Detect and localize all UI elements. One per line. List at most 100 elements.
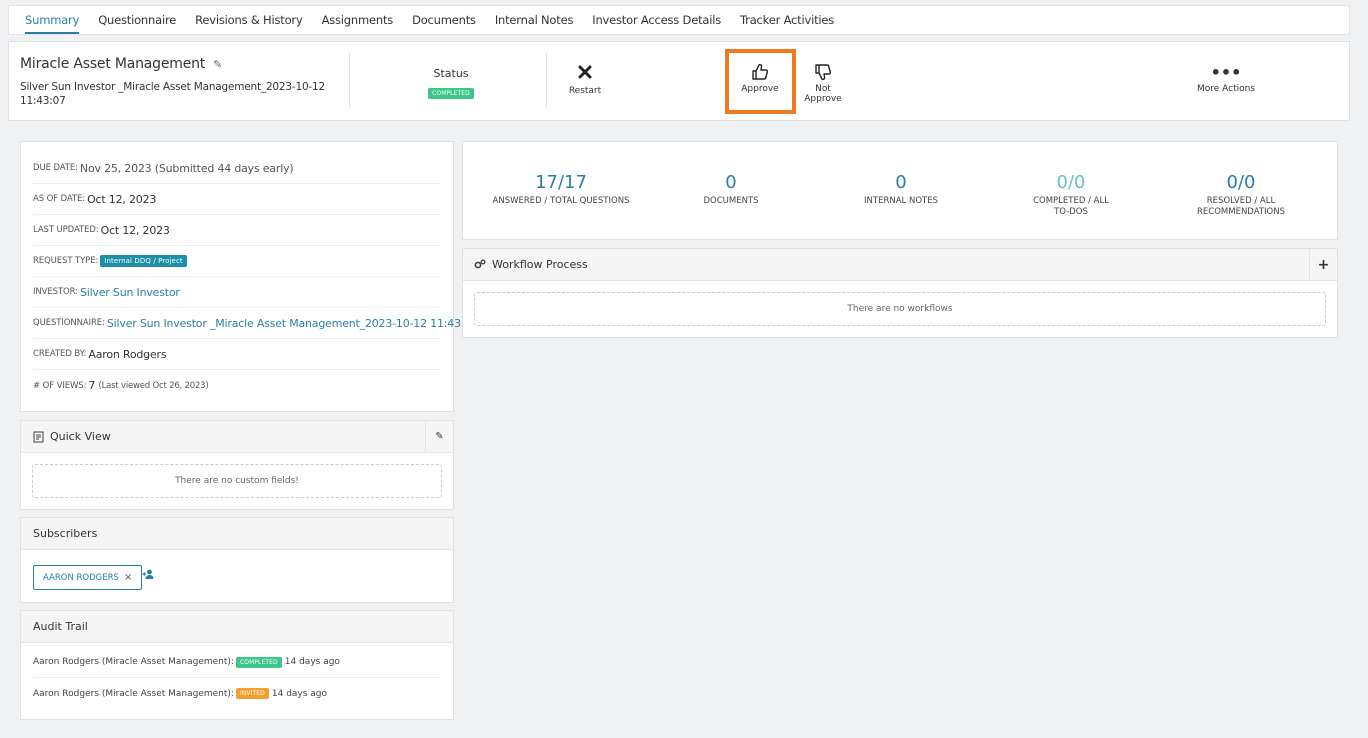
tab-documents[interactable]: Documents	[412, 6, 476, 34]
more-actions-label: More Actions	[1196, 84, 1256, 94]
workflow-header: Workflow Process +	[463, 249, 1337, 281]
questionnaire-link[interactable]: Silver Sun Investor _Miracle Asset Manag…	[107, 317, 478, 330]
subscribers-panel: Subscribers AARON RODGERS ×	[20, 517, 454, 603]
audit-row: Aaron Rodgers (Miracle Asset Management)…	[33, 678, 441, 709]
created-by-label: CREATED BY:	[33, 349, 87, 359]
workflow-empty: There are no workflows	[474, 292, 1326, 326]
audit-actor: Aaron Rodgers (Miracle Asset Management)…	[33, 657, 234, 667]
created-by-value: Aaron Rodgers	[88, 347, 167, 361]
request-header: Miracle Asset Management ✎ Silver Sun Inv…	[8, 41, 1350, 121]
views-label: # OF VIEWS:	[33, 380, 87, 391]
status-label: Status	[433, 67, 469, 80]
subscribers-header: Subscribers	[21, 518, 453, 550]
views-row: # OF VIEWS: 7 (Last viewed Oct 26, 2023)	[33, 370, 441, 401]
audit-actor: Aaron Rodgers (Miracle Asset Management)…	[33, 688, 234, 699]
request-type-row: REQUEST TYPE: Internal DDQ / Project	[33, 246, 441, 277]
audit-time: 14 days ago	[284, 657, 340, 667]
stat-recommendations[interactable]: 0/0 RESOLVED / ALL RECOMMENDATIONS	[1161, 172, 1321, 218]
tab-assignments[interactable]: Assignments	[322, 6, 394, 34]
restart-button[interactable]: Restart	[565, 64, 605, 96]
page-title: Miracle Asset Management ✎	[20, 56, 222, 72]
header-divider	[349, 53, 350, 109]
as-of-date-label: AS OF DATE:	[33, 194, 86, 204]
tab-tracker-activities[interactable]: Tracker Activities	[740, 6, 834, 34]
stat-value: 17/17	[535, 172, 587, 193]
quick-view-empty: There are no custom fields!	[32, 464, 442, 498]
audit-status-badge: COMPLETED	[235, 656, 282, 668]
stat-value: 0/0	[1226, 172, 1256, 193]
stat-label: INTERNAL NOTES	[864, 196, 938, 206]
header-divider	[546, 53, 547, 109]
thumbs-down-icon	[795, 62, 851, 84]
not-approve-button[interactable]: Not Approve	[795, 62, 851, 104]
stat-value: 0	[725, 172, 737, 193]
document-icon	[33, 431, 44, 443]
page-subtitle: Silver Sun Investor _Miracle Asset Manag…	[20, 81, 325, 107]
as-of-date-row: AS OF DATE: Oct 12, 2023	[33, 184, 441, 215]
quick-view-panel: Quick View ✎ There are no custom fields!	[20, 420, 454, 510]
edit-title-icon[interactable]: ✎	[213, 58, 222, 71]
close-icon	[565, 64, 605, 86]
created-by-row: CREATED BY: Aaron Rodgers	[33, 339, 441, 370]
tab-internal-notes[interactable]: Internal Notes	[495, 6, 574, 34]
due-date-value: Nov 25, 2023 (Submitted 44 days early)	[79, 161, 294, 175]
not-approve-label: Not Approve	[804, 84, 842, 104]
page-title-text: Miracle Asset Management	[20, 56, 206, 72]
quick-view-title: Quick View	[50, 430, 111, 443]
edit-quick-view-button[interactable]: ✎	[425, 421, 453, 452]
remove-subscriber-icon[interactable]: ×	[124, 572, 132, 583]
request-type-badge: Internal DDQ / Project	[100, 255, 187, 267]
more-actions-button[interactable]: ••• More Actions	[1195, 62, 1257, 94]
tab-questionnaire[interactable]: Questionnaire	[98, 6, 176, 34]
stat-internal-notes[interactable]: 0 INTERNAL NOTES	[821, 172, 981, 207]
stat-value: 0/0	[1056, 172, 1086, 193]
tab-bar: Summary Questionnaire Revisions & Histor…	[8, 5, 1350, 35]
workflow-title: Workflow Process	[492, 258, 588, 271]
audit-trail-panel: Audit Trail Aaron Rodgers (Miracle Asset…	[20, 610, 454, 720]
audit-trail-title: Audit Trail	[33, 620, 88, 633]
tab-summary[interactable]: Summary	[25, 6, 79, 34]
tab-revisions-history[interactable]: Revisions & History	[195, 6, 303, 34]
quick-view-header: Quick View ✎	[21, 421, 453, 453]
request-type-label: REQUEST TYPE:	[33, 256, 99, 266]
subscriber-name: AARON RODGERS	[43, 572, 119, 583]
stat-label: DOCUMENTS	[703, 196, 759, 206]
last-updated-row: LAST UPDATED: Oct 12, 2023	[33, 215, 441, 246]
subscribers-title: Subscribers	[33, 527, 98, 540]
audit-list: Aaron Rodgers (Miracle Asset Management)…	[21, 647, 453, 709]
request-details-card: DUE DATE: Nov 25, 2023 (Submitted 44 day…	[20, 141, 478, 412]
questionnaire-label: QUESTIONNAIRE:	[33, 318, 105, 328]
tab-investor-access-details[interactable]: Investor Access Details	[592, 6, 721, 34]
due-date-label: DUE DATE:	[33, 163, 78, 173]
stat-answered-questions[interactable]: 17/17 ANSWERED / TOTAL QUESTIONS	[481, 172, 641, 207]
investor-label: INVESTOR:	[33, 287, 78, 297]
pencil-icon: ✎	[435, 431, 444, 442]
workflow-panel: Workflow Process + There are no workflow…	[462, 248, 1338, 338]
status-block: Status COMPLETED	[421, 67, 481, 99]
summary-stats: 17/17 ANSWERED / TOTAL QUESTIONS 0 DOCUM…	[462, 141, 1338, 240]
audit-row: Aaron Rodgers (Miracle Asset Management)…	[33, 647, 441, 678]
stat-label: RESOLVED / ALL RECOMMENDATIONS	[1197, 196, 1285, 217]
stat-label: COMPLETED / ALL TO-DOS	[1033, 196, 1109, 217]
investor-row: INVESTOR: Silver Sun Investor	[33, 277, 441, 308]
as-of-date-value: Oct 12, 2023	[87, 192, 157, 206]
last-updated-value: Oct 12, 2023	[100, 223, 170, 237]
subscriber-chip: AARON RODGERS ×	[33, 565, 143, 590]
gears-icon	[474, 259, 486, 270]
stat-value: 0	[895, 172, 907, 193]
stat-documents[interactable]: 0 DOCUMENTS	[651, 172, 811, 207]
last-updated-label: LAST UPDATED:	[33, 225, 99, 235]
ellipsis-icon: •••	[1210, 63, 1242, 82]
audit-time: 14 days ago	[271, 688, 328, 699]
audit-trail-header: Audit Trail	[21, 611, 453, 643]
stat-label: ANSWERED / TOTAL QUESTIONS	[492, 196, 630, 206]
status-badge: COMPLETED	[428, 88, 474, 99]
investor-link[interactable]: Silver Sun Investor	[80, 286, 180, 299]
views-value: 7	[88, 379, 96, 392]
thumbs-up-icon	[735, 62, 785, 84]
restart-label: Restart	[568, 86, 602, 96]
stat-todos[interactable]: 0/0 COMPLETED / ALL TO-DOS	[991, 172, 1151, 218]
approve-button[interactable]: Approve	[735, 62, 785, 94]
add-user-icon[interactable]	[142, 569, 154, 580]
add-workflow-button[interactable]: +	[1309, 249, 1337, 280]
